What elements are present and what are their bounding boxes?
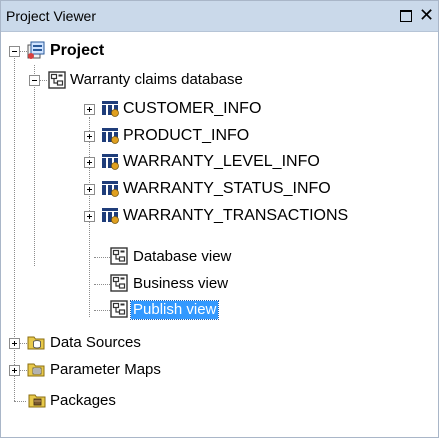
tree-node-table[interactable]: WARRANTY_LEVEL_INFO (1, 150, 438, 174)
expand-toggle[interactable] (84, 104, 95, 115)
panel-titlebar: Project Viewer ✕ (1, 1, 438, 32)
expand-toggle[interactable] (84, 131, 95, 142)
panel-title: Project Viewer (6, 8, 97, 24)
tree-node-label: Publish view (129, 300, 220, 320)
tree-node-database-view[interactable]: Database view (1, 245, 438, 269)
expand-toggle[interactable] (9, 338, 20, 349)
tree-node-namespace[interactable]: Warranty claims database (1, 68, 438, 92)
project-icon (27, 41, 45, 59)
query-subject-icon (102, 154, 119, 170)
packages-folder-icon (28, 394, 46, 408)
close-icon: ✕ (419, 5, 435, 25)
tree-node-label: Warranty claims database (70, 71, 243, 88)
tree-node-label: WARRANTY_STATUS_INFO (123, 180, 331, 197)
tree-node-label: Parameter Maps (50, 361, 161, 378)
query-subject-icon (102, 208, 119, 224)
query-subject-icon (102, 128, 119, 144)
namespace-icon (110, 300, 128, 318)
expand-toggle[interactable] (84, 211, 95, 222)
maximize-icon (400, 10, 412, 22)
parameter-maps-folder-icon (27, 363, 45, 377)
query-subject-icon (102, 101, 119, 117)
tree-node-parameter-maps[interactable]: Parameter Maps (1, 358, 438, 382)
namespace-icon (110, 274, 128, 292)
collapse-toggle[interactable] (29, 75, 40, 86)
namespace-icon (110, 247, 128, 265)
tree-node-label: WARRANTY_LEVEL_INFO (123, 153, 320, 170)
tree-node-table[interactable]: WARRANTY_TRANSACTIONS (1, 204, 438, 228)
tree-node-table[interactable]: WARRANTY_STATUS_INFO (1, 177, 438, 201)
tree-node-project[interactable]: Project (1, 39, 438, 63)
namespace-icon (48, 71, 66, 89)
expand-toggle[interactable] (84, 157, 95, 168)
tree-node-label: Data Sources (50, 334, 141, 351)
tree-node-label: CUSTOMER_INFO (123, 100, 262, 117)
project-tree: Project Warranty claims database CUSTOME… (1, 32, 438, 437)
tree-node-packages[interactable]: Packages (1, 389, 438, 413)
tree-node-business-view[interactable]: Business view (1, 272, 438, 296)
tree-node-publish-view[interactable]: Publish view (1, 298, 438, 322)
tree-node-table[interactable]: PRODUCT_INFO (1, 124, 438, 148)
query-subject-icon (102, 181, 119, 197)
tree-node-label: Packages (50, 392, 116, 409)
tree-node-table[interactable]: CUSTOMER_INFO (1, 97, 438, 121)
data-sources-folder-icon (27, 336, 45, 350)
maximize-button[interactable] (397, 6, 415, 24)
expand-toggle[interactable] (9, 365, 20, 376)
tree-node-label: PRODUCT_INFO (123, 127, 250, 144)
tree-node-label: Project (50, 42, 105, 59)
close-button[interactable]: ✕ (417, 5, 435, 25)
tree-node-data-sources[interactable]: Data Sources (1, 331, 438, 355)
tree-node-label: WARRANTY_TRANSACTIONS (123, 207, 349, 224)
tree-node-label: Business view (133, 275, 229, 292)
expand-toggle[interactable] (84, 184, 95, 195)
collapse-toggle[interactable] (9, 46, 20, 57)
project-viewer-panel: Project Viewer ✕ Project Warranty claims… (0, 0, 439, 438)
tree-node-label: Database view (133, 248, 232, 265)
